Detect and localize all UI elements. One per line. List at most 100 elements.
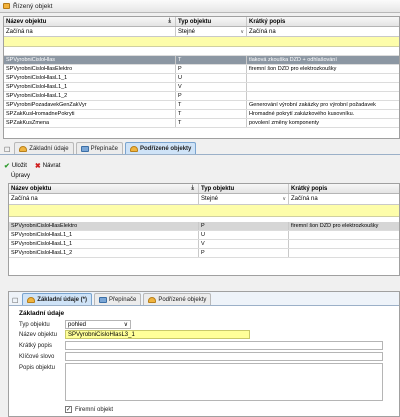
folder-icon bbox=[3, 3, 10, 9]
table-row[interactable]: SPVyrobniPozadavekGenZakVyr T Generování… bbox=[4, 101, 399, 110]
table-row[interactable]: SPVyrobniCisloHlasL1_2 P bbox=[9, 249, 399, 258]
chevron-down-icon[interactable]: ∨ bbox=[124, 321, 128, 328]
filter-desc[interactable]: Začíná na bbox=[289, 194, 399, 204]
filter-input-bar[interactable] bbox=[4, 37, 399, 47]
top-grid: Název objektu ⤓ Typ objektu Krátký popis … bbox=[3, 16, 400, 139]
middle-tabstrip: ☐ Základní údaje Přepínače Podřízené obj… bbox=[0, 141, 400, 155]
chevron-down-icon[interactable]: ∨ bbox=[282, 196, 286, 202]
back-button[interactable]: ✖ Návrat bbox=[35, 162, 61, 170]
child-grid: Název objektu ⤓ Typ objektu Krátký popis … bbox=[8, 183, 400, 276]
chevron-down-icon[interactable]: ∨ bbox=[240, 29, 244, 35]
window-titlebar: Řízený objekt bbox=[0, 0, 400, 13]
cell-desc bbox=[289, 240, 399, 248]
table-row[interactable]: SPVyrobniCisloHlasL1_1 U bbox=[4, 74, 399, 83]
cell-name: SPZakKusZmena bbox=[4, 119, 176, 127]
cell-desc: povolení změny komponenty bbox=[247, 119, 399, 127]
table-row[interactable]: SPVyrobniCisloHlasL1_2 P bbox=[4, 92, 399, 101]
pin-icon[interactable]: ☐ bbox=[4, 146, 10, 154]
col-header-name[interactable]: Název objektu ⤓ bbox=[9, 184, 199, 193]
tab-basic-info[interactable]: Základní údaje bbox=[14, 142, 74, 154]
desc-label: Popis objektu bbox=[19, 365, 56, 371]
cell-type: U bbox=[176, 74, 247, 82]
edits-button[interactable]: Úpravy bbox=[11, 173, 30, 179]
tab-child-objects[interactable]: Podřízené objekty bbox=[143, 293, 212, 305]
cell-name: SPZakKusHromadnePokryti bbox=[4, 110, 176, 118]
toolbar: ✔ Uložit ✖ Návrat bbox=[4, 162, 60, 170]
close-icon: ✖ bbox=[34, 163, 41, 170]
cell-type: V bbox=[176, 83, 247, 91]
filter-input-bar[interactable] bbox=[9, 205, 399, 217]
cell-type: T bbox=[176, 101, 247, 109]
cell-name: SPVyrobniCisloHlasL1_1 bbox=[4, 74, 176, 82]
col-header-type[interactable]: Typ objektu bbox=[176, 17, 247, 26]
table-row[interactable]: SPZakKusZmena T povolení změny komponent… bbox=[4, 119, 399, 128]
spacer-row bbox=[4, 47, 399, 56]
name-label: Název objektu bbox=[19, 332, 58, 338]
cell-type: P bbox=[176, 92, 247, 100]
cell-name: SPVyrobniCisloHlasElektro bbox=[4, 65, 176, 73]
cell-desc bbox=[247, 74, 399, 82]
short-desc-label: Krátký popis bbox=[19, 343, 53, 349]
filter-name[interactable]: Začíná na bbox=[9, 194, 199, 204]
keyword-field[interactable] bbox=[65, 352, 383, 361]
cell-desc: firemní šon DZD pro elektrozkoušky bbox=[247, 65, 399, 73]
switches-icon bbox=[80, 145, 89, 152]
cell-desc bbox=[247, 92, 399, 100]
cell-name: SPVyrobniCisloHlasL1_2 bbox=[9, 249, 199, 257]
tab-folder-icon bbox=[148, 296, 157, 303]
tab-switches[interactable]: Přepínače bbox=[93, 293, 142, 305]
cell-desc: Hromadné pokrytí zakázkového kusovníku. bbox=[247, 110, 399, 118]
filter-name[interactable]: Začíná na bbox=[4, 27, 176, 36]
cell-type: U bbox=[199, 231, 289, 239]
save-button[interactable]: ✔ Uložit bbox=[4, 162, 27, 170]
cell-desc: tlaková zkouška DZD + odhlašování bbox=[247, 56, 399, 64]
short-desc-field[interactable] bbox=[65, 341, 383, 350]
cell-name: SPVyrobniCisloHlasElektro bbox=[9, 222, 199, 230]
cell-desc: firemní šon DZD pro elektrozkoušky bbox=[289, 222, 399, 230]
child-grid-filter-row: Začíná na Stejné ∨ Začíná na bbox=[9, 194, 399, 205]
sort-icon[interactable]: ⤓ bbox=[168, 18, 171, 25]
table-row[interactable]: SPVyrobniCisloHlasL1_1 U bbox=[9, 231, 399, 240]
col-header-type[interactable]: Typ objektu bbox=[199, 184, 289, 193]
type-label: Typ objektu bbox=[19, 322, 50, 328]
table-row[interactable]: SPVyrobniCisloHlasElektro P firemní šon … bbox=[9, 222, 399, 231]
col-header-desc[interactable]: Krátký popis bbox=[289, 184, 399, 193]
cell-name: SPVyrobniCisloHlasL1_1 bbox=[9, 240, 199, 248]
table-row[interactable]: SPVyrobniCisloHlasElektro P firemní šon … bbox=[4, 65, 399, 74]
col-header-desc[interactable]: Krátký popis bbox=[247, 17, 399, 26]
cell-name: SPVyrobniCisloHlas bbox=[4, 56, 176, 64]
pin-icon[interactable]: ☐ bbox=[12, 297, 18, 305]
tab-child-objects[interactable]: Podřízené objekty bbox=[125, 142, 197, 154]
table-row[interactable]: SPVyrobniCisloHlasL1_1 V bbox=[9, 240, 399, 249]
filter-type[interactable]: Stejné ∨ bbox=[199, 194, 289, 204]
table-row[interactable]: SPVyrobniCisloHlas T tlaková zkouška DZD… bbox=[4, 56, 399, 65]
cell-type: T bbox=[176, 56, 247, 64]
cell-type: T bbox=[176, 110, 247, 118]
sort-icon[interactable]: ⤓ bbox=[191, 185, 194, 192]
type-select[interactable]: pohled ∨ bbox=[65, 320, 131, 329]
toolbar-edits: Úpravy bbox=[11, 173, 30, 179]
cell-type: P bbox=[199, 222, 289, 230]
filter-desc[interactable]: Začíná na bbox=[247, 27, 399, 36]
cell-type: P bbox=[176, 65, 247, 73]
bottom-tabstrip: ☐ Základní údaje (*) Přepínače Podřízené… bbox=[9, 292, 399, 306]
table-row[interactable]: SPVyrobniCisloHlasL1_1 V bbox=[4, 83, 399, 92]
table-row[interactable]: SPZakKusHromadnePokryti T Hromadné pokry… bbox=[4, 110, 399, 119]
cell-desc bbox=[289, 231, 399, 239]
filter-type[interactable]: Stejné ∨ bbox=[176, 27, 247, 36]
name-field[interactable]: SPVyrobniCisloHlasL3_1 bbox=[65, 330, 250, 339]
cell-desc bbox=[247, 83, 399, 91]
cell-type: V bbox=[199, 240, 289, 248]
desc-field[interactable] bbox=[65, 363, 383, 401]
col-header-name[interactable]: Název objektu ⤓ bbox=[4, 17, 176, 26]
top-grid-header: Název objektu ⤓ Typ objektu Krátký popis bbox=[4, 17, 399, 27]
tab-folder-icon bbox=[130, 145, 139, 152]
tab-basic-info[interactable]: Základní údaje (*) bbox=[22, 293, 92, 305]
tab-switches[interactable]: Přepínače bbox=[75, 142, 124, 154]
company-checkbox[interactable]: ✓ bbox=[65, 406, 72, 413]
switches-icon bbox=[98, 296, 107, 303]
cell-type: P bbox=[199, 249, 289, 257]
window-title: Řízený objekt bbox=[13, 2, 53, 10]
company-label: Firemní objekt bbox=[75, 407, 114, 413]
detail-form: ☐ Základní údaje (*) Přepínače Podřízené… bbox=[8, 291, 400, 417]
